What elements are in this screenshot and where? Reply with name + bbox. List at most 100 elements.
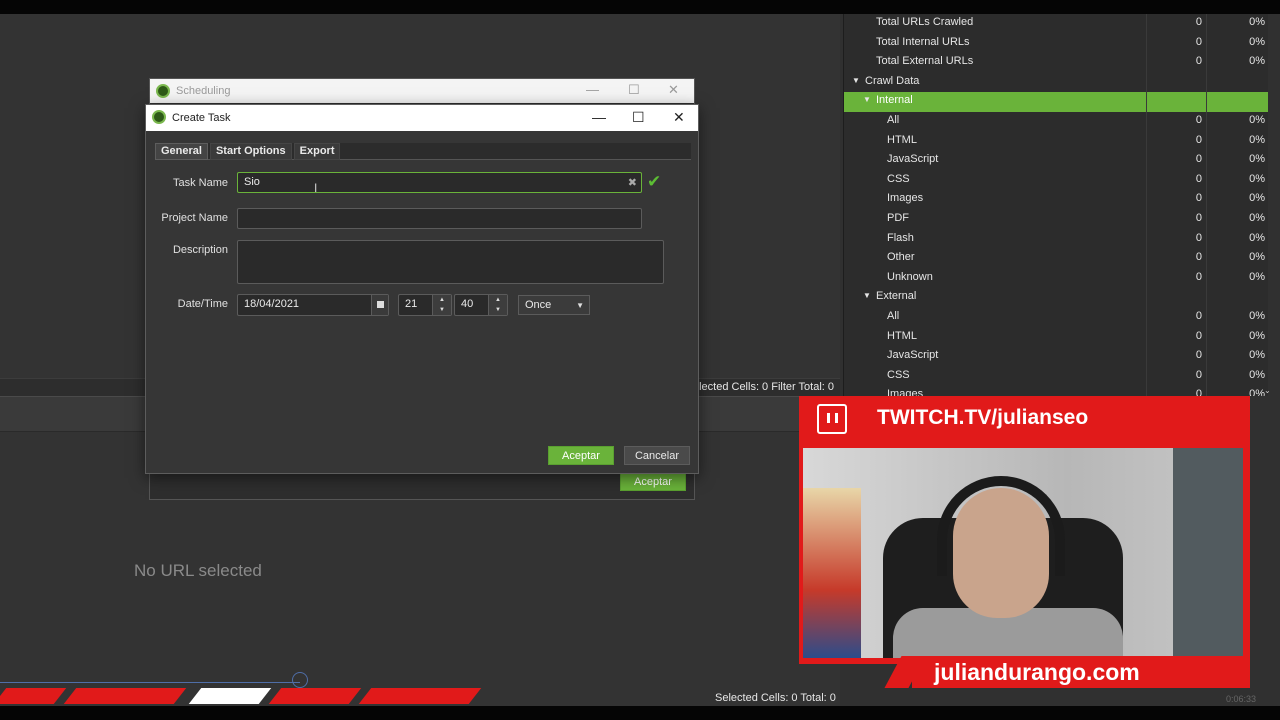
status-selected-cells: elected Cells: 0 Filter Total: 0: [692, 381, 834, 393]
tree-row[interactable]: Flash 0 0%: [844, 229, 1268, 250]
close-icon[interactable]: ✕: [668, 82, 679, 98]
tree-row-percent: 0%: [1206, 268, 1268, 289]
tree-row-percent: 0%: [1206, 131, 1268, 152]
cancel-button[interactable]: Cancelar: [624, 446, 690, 465]
tree-row-label: Other: [887, 251, 915, 264]
tree-row-count: 0: [1146, 170, 1206, 191]
expand-triangle-icon[interactable]: ▼: [863, 95, 871, 104]
tree-row-percent: 0%: [1206, 190, 1268, 210]
tree-row[interactable]: Other 0 0%: [844, 249, 1268, 269]
project-name-label: Project Name: [161, 212, 228, 224]
tree-row-count: 0: [1146, 53, 1206, 73]
bottom-status-text: Selected Cells: 0 Total: 0: [715, 692, 836, 704]
tree-row[interactable]: All 0 0%: [844, 307, 1268, 328]
minimize-icon[interactable]: —: [592, 109, 606, 125]
scroll-down-icon[interactable]: ⌄: [1264, 386, 1271, 395]
tree-row-label: All: [887, 113, 900, 126]
tree-row[interactable]: JavaScript 0 0%: [844, 151, 1268, 171]
website-banner: juliandurango.com: [912, 656, 1250, 688]
close-icon[interactable]: ✕: [673, 109, 685, 126]
tree-row-label: Internal: [876, 94, 913, 107]
webcam-frame: [799, 442, 1250, 664]
tree-row-count: 0: [1146, 151, 1206, 171]
minimize-icon[interactable]: —: [586, 82, 599, 97]
tree-row[interactable]: JavaScript 0 0%: [844, 347, 1268, 367]
minute-spin-buttons[interactable]: ▲ ▼: [488, 295, 507, 315]
tree-row[interactable]: CSS 0 0%: [844, 366, 1268, 387]
tree-row-label: Flash: [887, 231, 914, 244]
tree-row-percent: 0%: [1206, 249, 1268, 269]
tree-row-count: 0: [1146, 14, 1206, 34]
tree-row-percent: 0%: [1206, 33, 1268, 54]
tab-strip: General Start Options Export: [155, 143, 691, 160]
repeat-value: Once: [525, 299, 552, 311]
tree-row[interactable]: ▼ Crawl Data: [844, 72, 1268, 93]
tree-row-label: Total Internal URLs: [876, 35, 970, 48]
scheduling-ok-button[interactable]: Aceptar: [620, 473, 686, 491]
tree-row-percent: 0%: [1206, 347, 1268, 367]
calendar-icon[interactable]: [371, 295, 388, 315]
spin-down-icon[interactable]: ▼: [489, 305, 507, 315]
tree-row[interactable]: Total Internal URLs 0 0%: [844, 33, 1268, 54]
description-textarea[interactable]: [237, 240, 664, 284]
spin-up-icon[interactable]: ▲: [433, 295, 451, 305]
tab-export[interactable]: Export: [293, 143, 341, 160]
tree-row-count: 0: [1146, 33, 1206, 54]
tree-row-percent: 0%: [1206, 170, 1268, 191]
twitch-icon: [817, 404, 847, 434]
task-name-input[interactable]: Sio ✖: [237, 172, 642, 193]
expand-triangle-icon[interactable]: ▼: [863, 291, 871, 300]
tree-row-count: 0: [1146, 209, 1206, 230]
spin-down-icon[interactable]: ▼: [433, 305, 451, 315]
tree-row-label: CSS: [887, 368, 910, 381]
tree-row[interactable]: All 0 0%: [844, 111, 1268, 132]
tree-row-count: 0: [1146, 229, 1206, 250]
tree-row-percent: 0%: [1206, 14, 1268, 34]
spin-up-icon[interactable]: ▲: [489, 295, 507, 305]
timeline-knob[interactable]: [292, 672, 308, 688]
repeat-select[interactable]: Once ▼: [518, 295, 590, 315]
tab-start-options[interactable]: Start Options: [209, 143, 292, 160]
date-picker[interactable]: 18/04/2021: [237, 294, 389, 316]
tree-row-percent: 0%: [1206, 111, 1268, 132]
tree-row[interactable]: HTML 0 0%: [844, 327, 1268, 348]
hour-spin-buttons[interactable]: ▲ ▼: [432, 295, 451, 315]
maximize-icon[interactable]: ☐: [632, 109, 645, 126]
tab-general[interactable]: General: [155, 143, 208, 160]
tree-row[interactable]: PDF 0 0%: [844, 209, 1268, 230]
task-name-label: Task Name: [172, 177, 228, 189]
tree-row[interactable]: Total External URLs 0 0%: [844, 53, 1268, 73]
date-value: 18/04/2021: [244, 298, 300, 310]
tree-row[interactable]: ▼ External: [844, 288, 1268, 308]
tree-row-percent: [1206, 72, 1268, 93]
stripe-decoration: [63, 688, 187, 704]
tree-row-label: Total URLs Crawled: [876, 16, 974, 28]
clear-icon[interactable]: ✖: [628, 176, 637, 189]
tree-row[interactable]: Images 0 0%: [844, 190, 1268, 210]
project-name-input[interactable]: [237, 208, 642, 229]
task-name-value: Sio: [244, 176, 260, 188]
ok-button[interactable]: Aceptar: [548, 446, 614, 465]
stripe-decoration: [358, 688, 482, 704]
valid-check-icon: ✔: [647, 172, 662, 191]
tree-row-label: Unknown: [887, 270, 933, 283]
expand-triangle-icon[interactable]: ▼: [852, 76, 860, 85]
description-label: Description: [172, 244, 228, 256]
tree-row[interactable]: HTML 0 0%: [844, 131, 1268, 152]
app-logo-icon: [156, 84, 170, 98]
tree-row-count: 0: [1146, 327, 1206, 348]
tree-row[interactable]: ▼ Internal: [844, 92, 1268, 112]
tree-row-count: 0: [1146, 111, 1206, 132]
minute-spinner[interactable]: 40 ▲ ▼: [454, 294, 508, 316]
tree-row[interactable]: Total URLs Crawled 0 0%: [844, 14, 1268, 34]
twitch-url: TWITCH.TV/julianseo: [877, 406, 1089, 429]
tree-row[interactable]: Unknown 0 0%: [844, 268, 1268, 289]
tree-row[interactable]: Images 0 0%: [844, 386, 1268, 396]
hour-spinner[interactable]: 21 ▲ ▼: [398, 294, 452, 316]
tree-row-label: JavaScript: [887, 349, 939, 362]
text-cursor-icon: I: [314, 181, 318, 195]
webcam-feed: [803, 448, 1243, 658]
tree-row-label: JavaScript: [887, 153, 939, 166]
tree-row[interactable]: CSS 0 0%: [844, 170, 1268, 191]
maximize-icon[interactable]: ☐: [628, 82, 640, 98]
